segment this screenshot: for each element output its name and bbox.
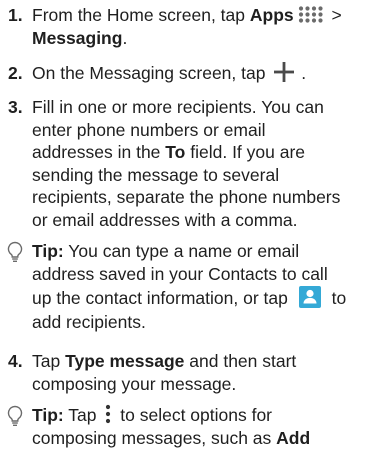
step-line: On the Messaging screen, tap . — [32, 62, 388, 85]
step-number: 4. — [8, 351, 23, 371]
step-text: > — [326, 5, 342, 25]
step-text: From the Home screen, tap — [32, 5, 250, 25]
tip-line: Tip: Tap to select options for — [32, 404, 388, 427]
step-line: or email addresses with a comma. — [32, 209, 298, 230]
lightbulb-icon — [7, 241, 23, 262]
step-line: composing your message. — [32, 373, 237, 394]
tip-line: composing messages, such as Add — [32, 427, 388, 450]
step-text: and then start — [184, 351, 297, 371]
step-text: field. If you are — [185, 142, 306, 162]
step-line: sending the message to several — [32, 164, 280, 185]
step-number: 3. — [8, 97, 23, 117]
step-line: Fill in one or more recipients. You can — [32, 97, 324, 117]
step-text: . — [296, 63, 307, 83]
tip-text: Tap — [63, 405, 102, 425]
step-number: 2. — [8, 63, 23, 83]
tip-line: address saved in your Contacts to call — [32, 263, 328, 284]
messaging-label: Messaging — [32, 27, 123, 48]
apps-label: Apps — [249, 5, 294, 25]
step-number: 1. — [8, 5, 23, 25]
step-line: addresses in the To field. If you are — [32, 141, 388, 164]
tip-text: composing messages, such as — [32, 427, 277, 448]
tip-line: up the contact information, or tap to — [32, 285, 388, 311]
plus-icon — [274, 62, 295, 82]
apps-grid-icon — [298, 6, 323, 23]
tip-line: add recipients. — [32, 312, 146, 332]
step-line: Tap Type message and then start — [32, 350, 388, 373]
tip-text: to select options for — [115, 405, 273, 425]
step-line: Messaging. — [32, 27, 388, 50]
step-text: . — [122, 27, 128, 48]
step-line: recipients, separate the phone numbers — [32, 187, 341, 207]
tip-text: You can type a name or email — [63, 241, 300, 261]
step-text: On the Messaging screen, tap — [32, 63, 271, 83]
tip-label: Tip: — [32, 405, 64, 425]
tip-text: to — [326, 288, 347, 308]
tip-line: Tip: You can type a name or email — [32, 240, 388, 263]
more-options-icon — [106, 404, 111, 424]
add-label: Add — [276, 427, 311, 448]
lightbulb-icon — [7, 405, 23, 426]
tip-label: Tip: — [32, 241, 64, 261]
type-message-label: Type message — [65, 351, 185, 371]
tip-text: up the contact information, or tap — [32, 288, 293, 308]
step-line: From the Home screen, tap Apps > — [32, 4, 388, 27]
step-text: addresses in the — [32, 142, 166, 162]
instructions: 1. From the Home screen, tap Apps > Mess… — [0, 0, 392, 472]
step-line: enter phone numbers or email — [32, 119, 266, 140]
to-field-label: To — [165, 142, 186, 162]
step-text: Tap — [32, 351, 66, 371]
contact-icon — [298, 286, 321, 308]
